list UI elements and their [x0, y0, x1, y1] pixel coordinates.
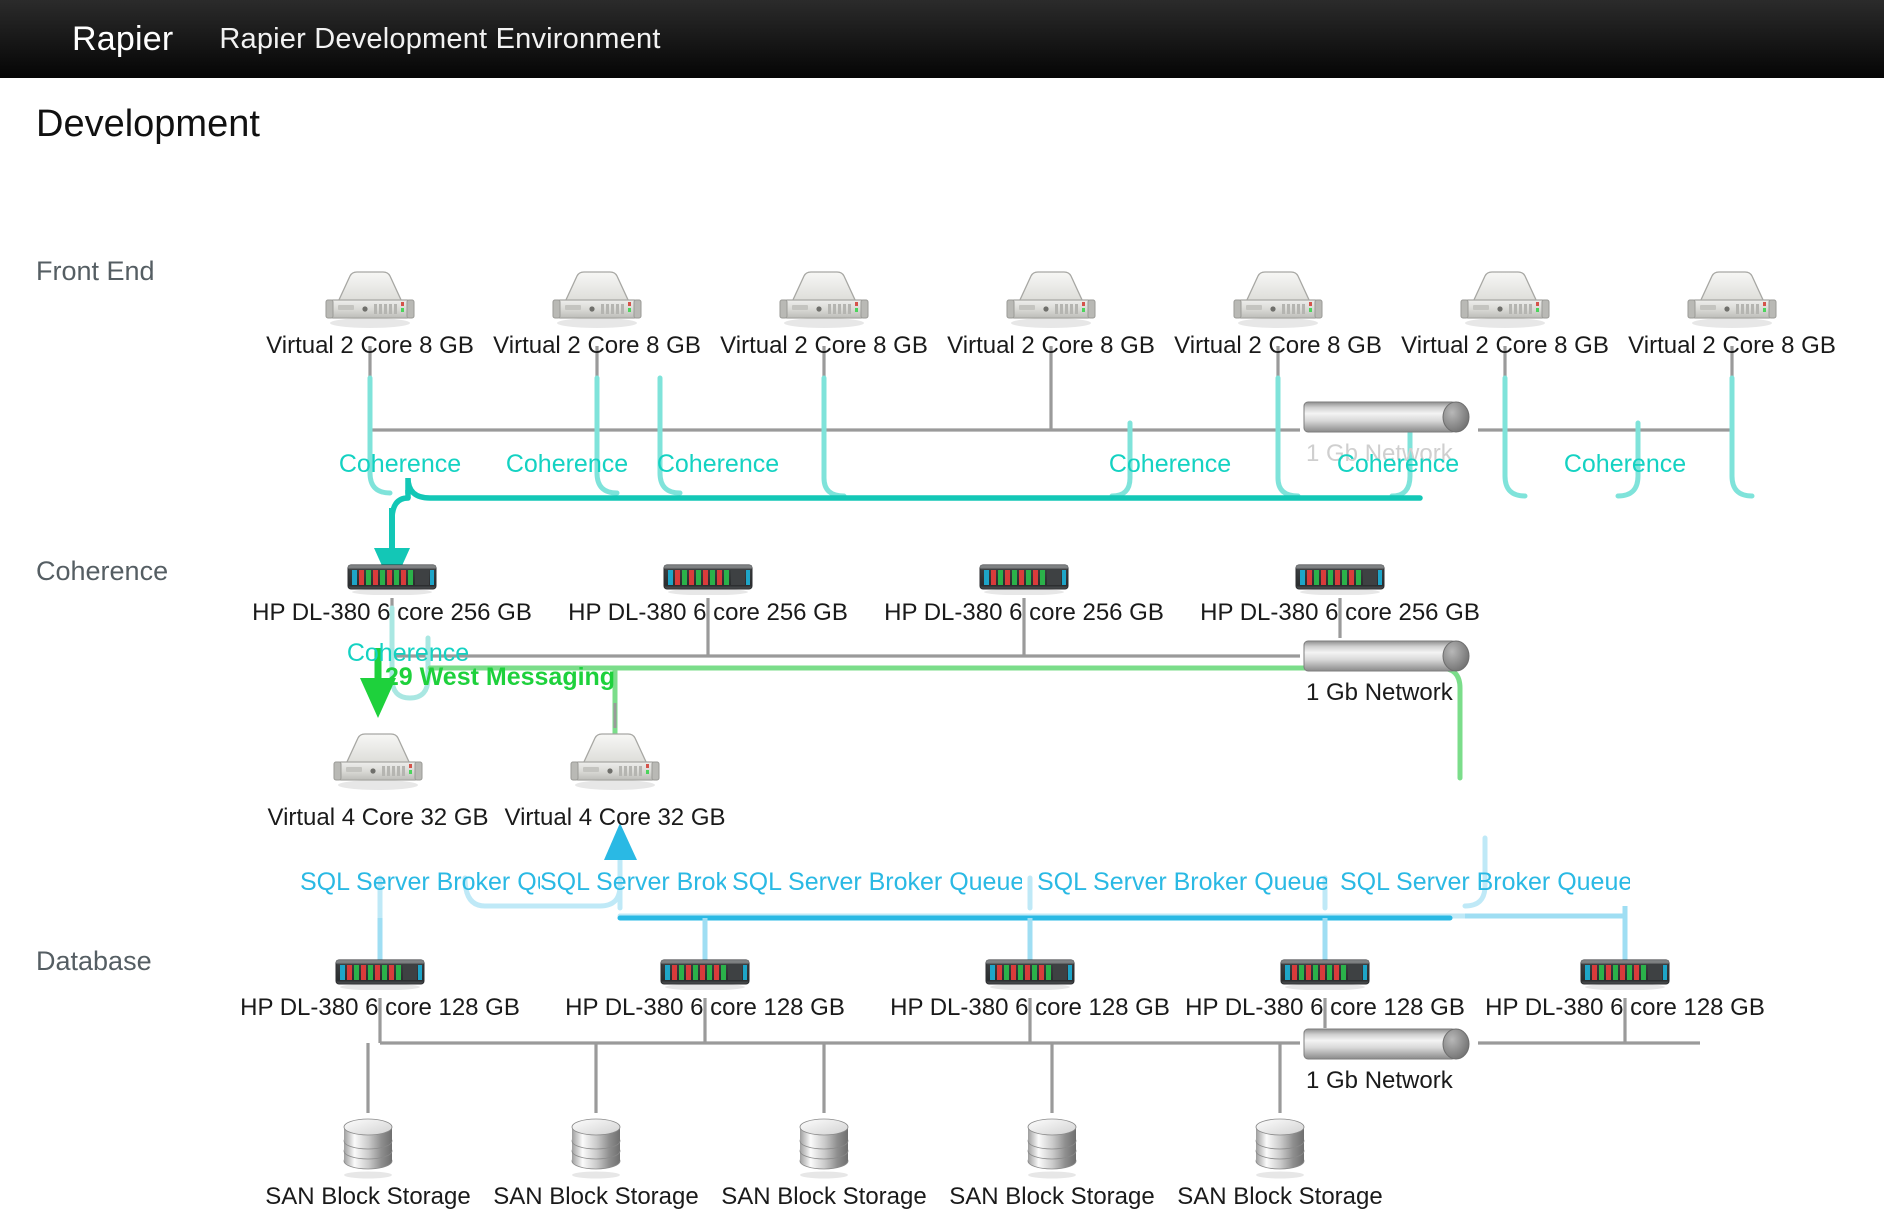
server-icon	[567, 728, 663, 790]
link-label-sql-broker-queue: SQL Server Broker Queue	[1340, 868, 1630, 897]
coherence-node[interactable]: HP DL-380 6 core 256 GB	[345, 561, 439, 600]
link-label-coherence: Coherence	[657, 450, 779, 479]
san-storage-node[interactable]: SAN Block Storage	[337, 1111, 399, 1184]
front-end-node-label: Virtual 2 Core 8 GB	[947, 332, 1155, 360]
database-cylinder-icon	[337, 1111, 399, 1179]
database-node[interactable]: HP DL-380 6 core 128 GB	[1278, 956, 1372, 995]
rack-server-icon	[345, 561, 439, 595]
server-icon	[1457, 266, 1553, 328]
front-end-node[interactable]: Virtual 2 Core 8 GB	[1457, 266, 1553, 333]
messaging-node-label: Virtual 4 Core 32 GB	[267, 804, 488, 832]
database-node[interactable]: HP DL-380 6 core 128 GB	[983, 956, 1077, 995]
messaging-node[interactable]: Virtual 4 Core 32 GB	[567, 728, 663, 795]
front-end-network-bus[interactable]: 1 Gb Network	[1300, 396, 1478, 438]
diagram-wires	[0, 78, 1884, 1190]
rack-server-icon	[1278, 956, 1372, 990]
link-label-sql-broker-queue: SQL Server Broker Queue	[1037, 868, 1327, 897]
link-label-coherence: Coherence	[506, 450, 628, 479]
front-end-node[interactable]: Virtual 2 Core 8 GB	[1003, 266, 1099, 333]
front-end-node[interactable]: Virtual 2 Core 8 GB	[549, 266, 645, 333]
server-icon	[330, 728, 426, 790]
rack-server-icon	[1293, 561, 1387, 595]
front-end-node[interactable]: Virtual 2 Core 8 GB	[1230, 266, 1326, 333]
san-storage-label: SAN Block Storage	[493, 1183, 698, 1211]
database-node-label: HP DL-380 6 core 128 GB	[1185, 994, 1465, 1022]
rack-server-icon	[977, 561, 1071, 595]
server-icon	[322, 266, 418, 328]
front-end-node-label: Virtual 2 Core 8 GB	[1174, 332, 1382, 360]
san-storage-node[interactable]: SAN Block Storage	[1249, 1111, 1311, 1184]
database-node-label: HP DL-380 6 core 128 GB	[565, 994, 845, 1022]
database-node-label: HP DL-380 6 core 128 GB	[1485, 994, 1765, 1022]
network-bus-icon	[1300, 635, 1478, 677]
architecture-diagram: Front End Coherence Database	[0, 78, 1884, 1190]
app-header: Rapier Rapier Development Environment	[0, 0, 1884, 78]
front-end-node[interactable]: Virtual 2 Core 8 GB	[322, 266, 418, 333]
front-end-node-label: Virtual 2 Core 8 GB	[493, 332, 701, 360]
coherence-network-bus[interactable]: 1 Gb Network	[1300, 635, 1478, 677]
network-bus-icon	[1300, 396, 1478, 438]
san-storage-label: SAN Block Storage	[1177, 1183, 1382, 1211]
database-network-bus[interactable]: 1 Gb Network	[1300, 1023, 1478, 1065]
messaging-node-label: Virtual 4 Core 32 GB	[504, 804, 725, 832]
front-end-node-label: Virtual 2 Core 8 GB	[266, 332, 474, 360]
coherence-node-label: HP DL-380 6 core 256 GB	[568, 599, 848, 627]
link-label-coherence: Coherence	[339, 450, 461, 479]
network-bus-icon	[1300, 1023, 1478, 1065]
server-icon	[1230, 266, 1326, 328]
database-cylinder-icon	[1249, 1111, 1311, 1179]
database-node[interactable]: HP DL-380 6 core 128 GB	[1578, 956, 1672, 995]
messaging-node[interactable]: Virtual 4 Core 32 GB	[330, 728, 426, 795]
san-storage-label: SAN Block Storage	[721, 1183, 926, 1211]
front-end-node-label: Virtual 2 Core 8 GB	[1401, 332, 1609, 360]
app-title: Rapier Development Environment	[219, 23, 660, 56]
rack-server-icon	[333, 956, 427, 990]
rack-server-icon	[983, 956, 1077, 990]
link-label-sql-broker-queue: SQL Server Broker Queue	[300, 868, 540, 897]
server-icon	[1003, 266, 1099, 328]
rack-server-icon	[1578, 956, 1672, 990]
coherence-node-label: HP DL-380 6 core 256 GB	[252, 599, 532, 627]
san-storage-label: SAN Block Storage	[265, 1183, 470, 1211]
link-label-sql-broker-queue: SQL Server Broker Queue	[732, 868, 1022, 897]
database-node-label: HP DL-380 6 core 128 GB	[890, 994, 1170, 1022]
coherence-node-label: HP DL-380 6 core 256 GB	[1200, 599, 1480, 627]
tier-label-database: Database	[36, 946, 152, 977]
database-cylinder-icon	[565, 1111, 627, 1179]
link-label-sql-broker-queue: SQL Server Broker Queue	[540, 868, 726, 897]
link-label-coherence: Coherence	[1564, 450, 1686, 479]
san-storage-node[interactable]: SAN Block Storage	[793, 1111, 855, 1184]
tier-label-coherence: Coherence	[36, 556, 168, 587]
coherence-node-label: HP DL-380 6 core 256 GB	[884, 599, 1164, 627]
database-network-label: 1 Gb Network	[1306, 1067, 1453, 1095]
database-node[interactable]: HP DL-380 6 core 128 GB	[658, 956, 752, 995]
coherence-node[interactable]: HP DL-380 6 core 256 GB	[1293, 561, 1387, 600]
front-end-node-label: Virtual 2 Core 8 GB	[720, 332, 928, 360]
database-node-label: HP DL-380 6 core 128 GB	[240, 994, 520, 1022]
page-body: Development	[0, 78, 1884, 1190]
coherence-node[interactable]: HP DL-380 6 core 256 GB	[661, 561, 755, 600]
database-cylinder-icon	[1021, 1111, 1083, 1179]
database-node[interactable]: HP DL-380 6 core 128 GB	[333, 956, 427, 995]
server-icon	[776, 266, 872, 328]
san-storage-node[interactable]: SAN Block Storage	[1021, 1111, 1083, 1184]
front-end-node[interactable]: Virtual 2 Core 8 GB	[1684, 266, 1780, 333]
server-icon	[549, 266, 645, 328]
database-cylinder-icon	[793, 1111, 855, 1179]
coherence-node[interactable]: HP DL-380 6 core 256 GB	[977, 561, 1071, 600]
tier-label-front-end: Front End	[36, 256, 155, 287]
server-icon	[1684, 266, 1780, 328]
app-brand[interactable]: Rapier	[72, 20, 173, 59]
coherence-network-label: 1 Gb Network	[1306, 679, 1453, 707]
link-label-29-west-messaging: 29 West Messaging	[385, 663, 615, 692]
san-storage-label: SAN Block Storage	[949, 1183, 1154, 1211]
san-storage-node[interactable]: SAN Block Storage	[565, 1111, 627, 1184]
link-label-coherence: Coherence	[1337, 450, 1459, 479]
front-end-node[interactable]: Virtual 2 Core 8 GB	[776, 266, 872, 333]
rack-server-icon	[661, 561, 755, 595]
rack-server-icon	[658, 956, 752, 990]
front-end-node-label: Virtual 2 Core 8 GB	[1628, 332, 1836, 360]
link-label-coherence: Coherence	[1109, 450, 1231, 479]
